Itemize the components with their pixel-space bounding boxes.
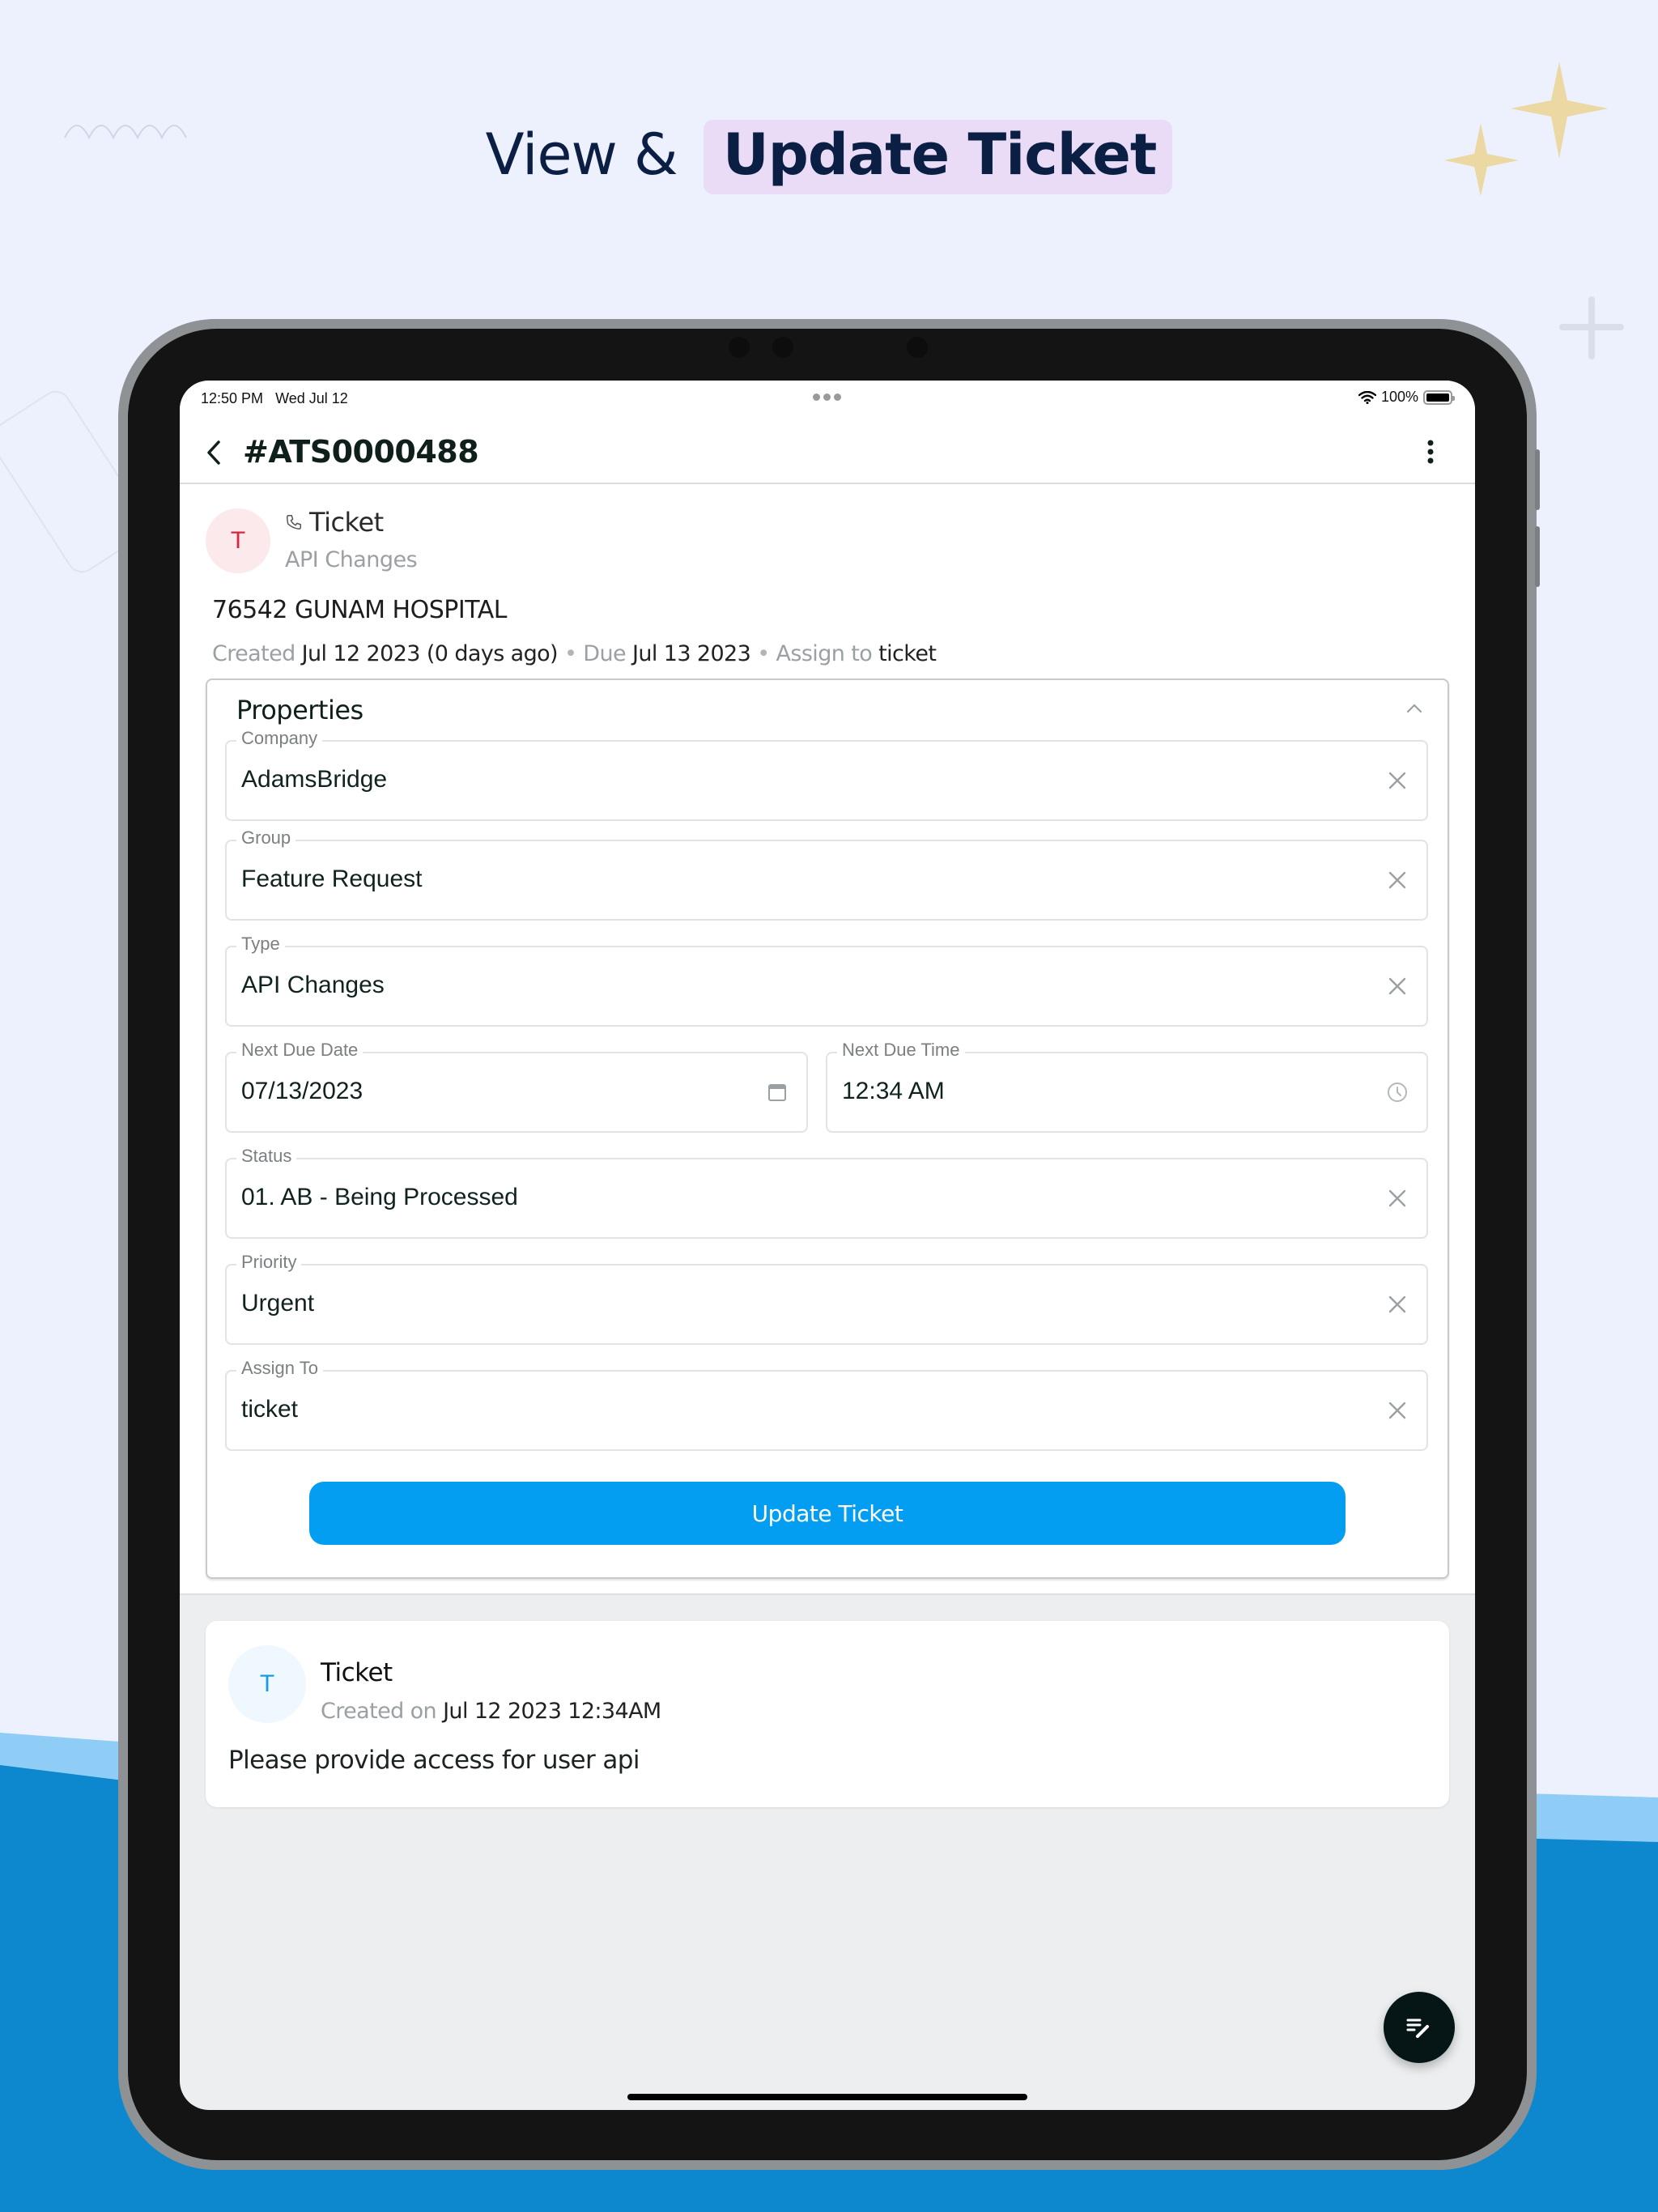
status-right: 100% [1358, 389, 1455, 406]
headline-prefix: View & [485, 121, 678, 188]
comment-avatar: T [228, 1645, 306, 1723]
field-value: 07/13/2023 [241, 1078, 363, 1104]
next-due-time-field[interactable]: Next Due Time 12:34 AM [826, 1040, 1428, 1133]
nav-bar: #ATS0000488 [180, 421, 1475, 484]
phone-icon [287, 515, 301, 530]
comment-created-label: Created on [321, 1699, 437, 1724]
field-label: Status [236, 1146, 297, 1167]
camera-sensor [729, 337, 750, 358]
edit-note-icon [1406, 2018, 1429, 2038]
battery-icon [1423, 389, 1455, 405]
clear-icon[interactable] [1386, 975, 1409, 998]
meta-separator: • [563, 641, 577, 666]
status-bar: 12:50 PM Wed Jul 12 100% [180, 381, 1475, 421]
field-value: 01. AB - Being Processed [241, 1184, 518, 1210]
comment-body: Please provide access for user api [228, 1746, 640, 1775]
field-value: ticket [241, 1396, 299, 1423]
field-value: API Changes [241, 972, 385, 998]
field-label: Company [236, 728, 323, 749]
more-vertical-icon[interactable] [1426, 439, 1435, 466]
status-time: 12:50 PM Wed Jul 12 [201, 390, 348, 407]
due-value: Jul 13 2023 [631, 641, 751, 666]
clear-icon[interactable] [1386, 1399, 1409, 1422]
ticket-type-label: Ticket [309, 507, 384, 538]
ticket-subtitle: API Changes [285, 547, 418, 572]
clock-icon[interactable] [1386, 1081, 1409, 1104]
clear-icon[interactable] [1386, 869, 1409, 891]
field-value: AdamsBridge [241, 766, 388, 793]
ticket-details-section: T Ticket API Changes 76542 GUNAM HOSPITA… [180, 484, 1475, 1595]
meta-separator: • [757, 641, 770, 666]
status-time-value: 12:50 PM [201, 390, 264, 406]
status-field[interactable]: Status 01. AB - Being Processed [225, 1146, 1428, 1239]
field-value: 12:34 AM [842, 1078, 945, 1104]
app-screen: 12:50 PM Wed Jul 12 100% #ATS0000488 T T… [180, 381, 1475, 2110]
due-label: Due [583, 641, 626, 666]
ticket-id-title: #ATS0000488 [243, 434, 479, 470]
update-ticket-button[interactable]: Update Ticket [309, 1482, 1346, 1545]
properties-title: Properties [236, 695, 363, 725]
chevron-up-icon[interactable] [1405, 703, 1423, 714]
group-field[interactable]: Group Feature Request [225, 827, 1428, 921]
created-label: Created [212, 641, 295, 666]
field-value: Feature Request [241, 866, 423, 892]
ticket-account: 76542 GUNAM HOSPITAL [212, 596, 507, 624]
page-headline: View & Update Ticket [0, 120, 1658, 194]
field-label: Group [236, 827, 296, 849]
next-due-date-field[interactable]: Next Due Date 07/13/2023 [225, 1040, 808, 1133]
comment-created: Created on Jul 12 2023 12:34AM [321, 1699, 661, 1724]
field-label: Next Due Date [236, 1040, 363, 1061]
comment-author: Ticket [321, 1658, 393, 1687]
clear-icon[interactable] [1386, 1187, 1409, 1210]
device-side-button [1535, 449, 1540, 510]
device-side-button [1535, 526, 1540, 587]
field-label: Next Due Time [837, 1040, 965, 1061]
type-field[interactable]: Type API Changes [225, 934, 1428, 1027]
assign-value: ticket [878, 641, 937, 666]
chevron-left-icon[interactable] [202, 439, 227, 466]
add-note-fab-button[interactable] [1384, 1992, 1455, 2063]
created-value: Jul 12 2023 (0 days ago) [301, 641, 559, 666]
status-date-value: Wed Jul 12 [275, 390, 348, 406]
camera-sensor [907, 337, 928, 358]
multitasking-dots-icon[interactable] [813, 393, 841, 401]
plus-decoration [1559, 296, 1624, 359]
priority-field[interactable]: Priority Urgent [225, 1252, 1428, 1345]
ticket-meta: Created Jul 12 2023 (0 days ago) • Due J… [212, 641, 937, 666]
field-label: Type [236, 934, 285, 955]
clear-icon[interactable] [1386, 1293, 1409, 1316]
field-label: Priority [236, 1252, 302, 1273]
assign-label: Assign to [776, 641, 873, 666]
home-indicator[interactable] [627, 2094, 1027, 2100]
company-field[interactable]: Company AdamsBridge [225, 728, 1428, 821]
ticket-avatar: T [206, 508, 270, 573]
calendar-icon[interactable] [766, 1081, 789, 1104]
properties-card: Properties Company AdamsBridge Group Fea… [206, 678, 1449, 1579]
assign-to-field[interactable]: Assign To ticket [225, 1358, 1428, 1451]
ticket-type: Ticket [285, 507, 384, 538]
camera-sensor [772, 337, 793, 358]
clear-icon[interactable] [1386, 769, 1409, 792]
comment-card: T Ticket Created on Jul 12 2023 12:34AM … [206, 1621, 1449, 1807]
field-value: Urgent [241, 1290, 315, 1317]
battery-percent: 100% [1380, 389, 1418, 405]
field-label: Assign To [236, 1358, 323, 1379]
comment-created-value: Jul 12 2023 12:34AM [443, 1699, 661, 1724]
wifi-icon [1358, 390, 1376, 404]
headline-highlight: Update Ticket [703, 120, 1173, 194]
